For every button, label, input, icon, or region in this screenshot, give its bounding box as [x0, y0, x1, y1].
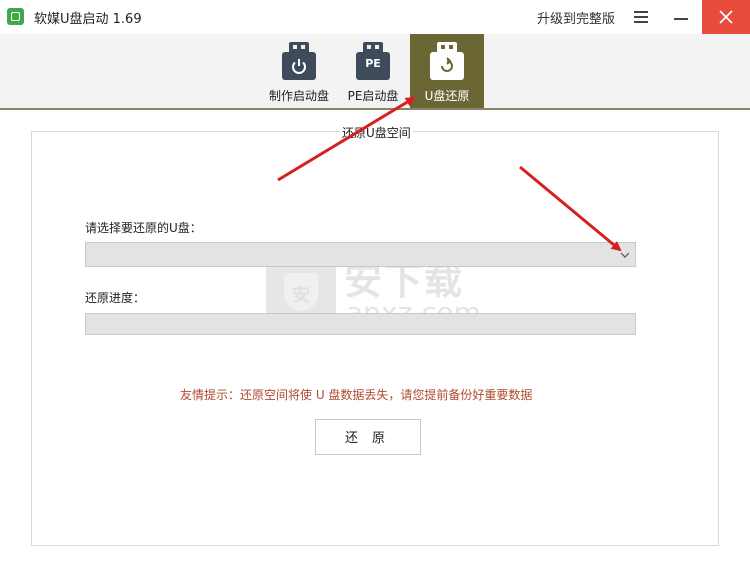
watermark-shield-text: 安: [292, 285, 310, 306]
usb-app-icon: [7, 8, 24, 25]
tab-usb-restore-label: U盘还原: [424, 89, 470, 103]
select-usb-label: 请选择要还原的U盘：: [85, 221, 202, 235]
close-icon: [719, 10, 733, 24]
usb-restore-icon: [430, 42, 464, 80]
minimize-icon: [674, 18, 688, 20]
restore-button[interactable]: 还原: [315, 419, 421, 455]
warning-tip: 友情提示：还原空间将使 U 盘数据丢失，请您提前备份好重要数据: [180, 388, 533, 402]
window-title: 软媒U盘启动 1.69: [34, 12, 142, 27]
pe-icon-text: PE: [365, 57, 381, 70]
tab-pe-boot-disk-label: PE启动盘: [347, 89, 399, 103]
tab-usb-restore[interactable]: U盘还原: [410, 34, 484, 108]
tab-pe-boot-disk[interactable]: PE PE启动盘: [338, 34, 408, 108]
progress-label: 还原进度：: [85, 291, 146, 305]
usb-power-icon: [282, 42, 316, 80]
restore-progress-bar: [85, 313, 636, 335]
section-title: 还原U盘空间: [340, 124, 413, 141]
usb-drive-select[interactable]: [85, 242, 636, 267]
tab-make-boot-disk[interactable]: 制作启动盘: [262, 34, 336, 108]
toolbar: 制作启动盘 PE PE启动盘 U盘还原: [0, 34, 750, 110]
title-bar: 软媒U盘启动 1.69 升级到完整版: [0, 0, 750, 34]
close-button[interactable]: [702, 0, 750, 34]
menu-button[interactable]: [624, 0, 658, 34]
menu-icon: [634, 11, 648, 23]
chevron-down-icon: [620, 252, 630, 258]
usb-pe-icon: PE: [356, 42, 390, 80]
restore-panel: [31, 131, 719, 546]
minimize-button[interactable]: [664, 0, 698, 34]
upgrade-link[interactable]: 升级到完整版: [537, 8, 615, 27]
tab-make-boot-disk-label: 制作启动盘: [268, 89, 329, 103]
